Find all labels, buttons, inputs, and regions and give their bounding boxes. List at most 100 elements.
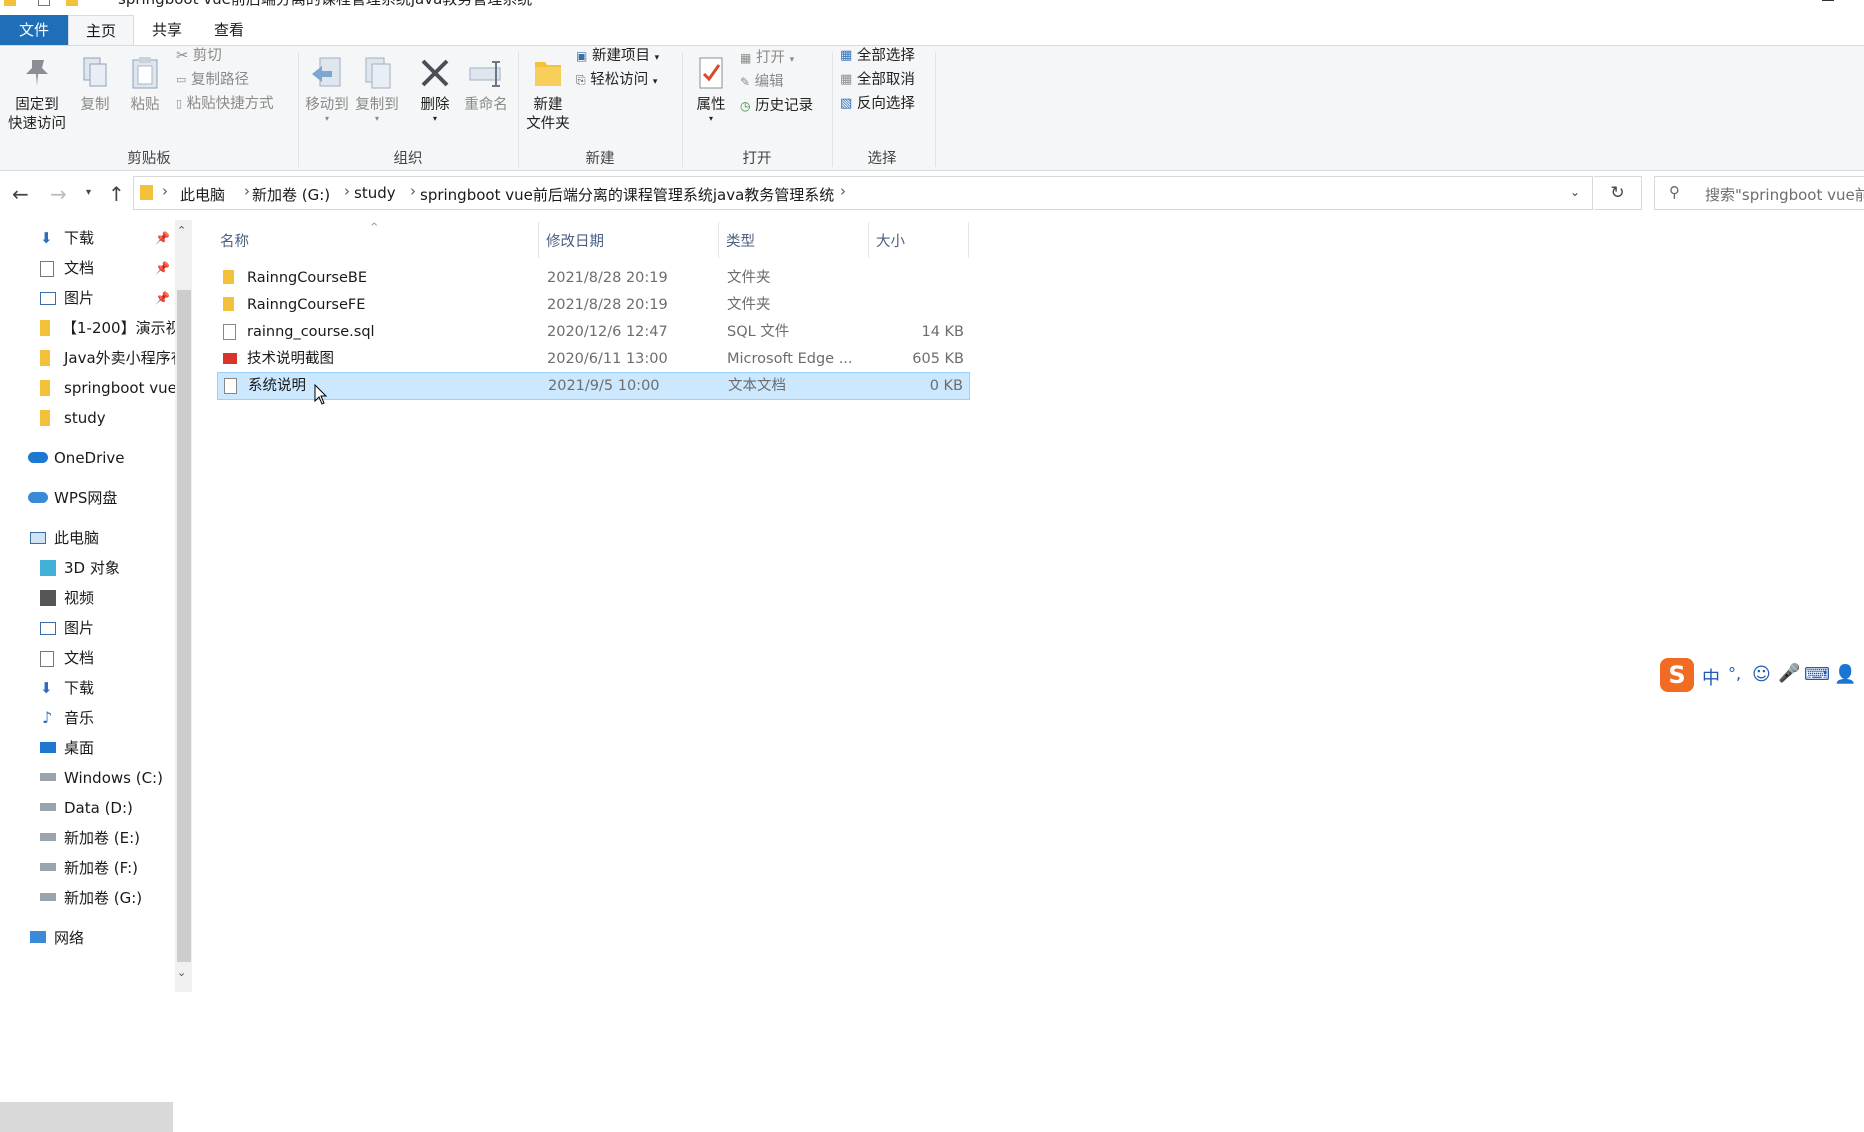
open-button[interactable]: ▦ 打开 ▾ [740, 48, 794, 70]
restore-icon[interactable] [1822, 0, 1834, 1]
file-type: 文件夹 [727, 270, 771, 286]
pin-to-quick-access-button[interactable]: 固定到 快速访问 [6, 56, 68, 134]
copy-path-button[interactable]: ▭ 复制路径 [176, 70, 249, 90]
tab-home[interactable]: 主页 [68, 15, 134, 45]
column-divider[interactable] [538, 222, 539, 258]
nav-item-wps[interactable]: WPS网盘 [28, 484, 175, 512]
ime-chinese-mode-label[interactable]: 中 [1702, 664, 1720, 690]
properties-button[interactable]: 属性 ▾ [688, 56, 734, 123]
microphone-icon[interactable]: 🎤 [1778, 663, 1800, 684]
refresh-button[interactable]: ↻ [1594, 176, 1642, 210]
nav-item-drive-g[interactable]: 新加卷 (G:) [40, 884, 175, 912]
move-to-button[interactable]: 移动到 ▾ [304, 56, 350, 123]
pin-icon[interactable]: 📌 [155, 284, 170, 312]
cut-button[interactable]: ✂ 剪切 [176, 46, 222, 66]
nav-item-downloads[interactable]: ⬇ 下载 📌 [40, 224, 175, 252]
nav-item-this-pc[interactable]: 此电脑 [28, 524, 175, 552]
properties-icon[interactable] [38, 0, 50, 6]
nav-item-drive-d[interactable]: Data (D:) [40, 794, 175, 822]
select-all-button[interactable]: ▦ 全部选择 [840, 46, 915, 66]
breadcrumb-item[interactable]: study [354, 184, 396, 202]
column-header-date[interactable]: 修改日期 [546, 230, 604, 251]
new-item-button[interactable]: ▣ 新建项目 ▾ [576, 46, 659, 68]
forward-arrow-icon[interactable]: → [50, 182, 67, 206]
nav-item-drive-f[interactable]: 新加卷 (F:) [40, 854, 175, 882]
copy-to-icon [365, 57, 391, 89]
user-icon[interactable]: 👤 [1834, 664, 1856, 685]
file-row[interactable]: RainngCourseBE 2021/8/28 20:19 文件夹 [217, 265, 970, 291]
chevron-right-icon[interactable]: › [244, 182, 250, 200]
history-button[interactable]: ◷ 历史记录 [740, 96, 813, 116]
scroll-down-icon[interactable]: ⌄ [177, 966, 186, 979]
nav-item-pictures[interactable]: 图片 [40, 614, 175, 642]
column-header-name[interactable]: 名称 [220, 230, 249, 251]
nav-item-documents[interactable]: 文档 [40, 644, 175, 672]
chevron-right-icon[interactable]: › [344, 182, 350, 200]
scroll-up-icon[interactable]: ⌃ [177, 224, 186, 237]
column-header-type[interactable]: 类型 [726, 230, 755, 251]
new-folder-icon[interactable] [66, 0, 78, 6]
nav-item-folder[interactable]: study [40, 404, 175, 432]
invert-selection-button[interactable]: ▧ 反向选择 [840, 94, 915, 114]
new-folder-button[interactable]: 新建 文件夹 [522, 54, 574, 134]
tab-view[interactable]: 查看 [198, 15, 260, 45]
nav-item-onedrive[interactable]: OneDrive [28, 444, 175, 472]
nav-item-folder[interactable]: Java外卖小程序有 [40, 344, 175, 372]
up-arrow-icon[interactable]: ↑ [108, 182, 125, 206]
scrollbar-thumb[interactable] [177, 290, 191, 962]
tab-share[interactable]: 共享 [136, 15, 198, 45]
search-input[interactable]: ⚲ 搜索"springboot vue前 [1654, 176, 1864, 210]
easy-access-button[interactable]: ⎘ 轻松访问 ▾ [576, 70, 657, 92]
column-divider[interactable] [718, 222, 719, 258]
edit-button[interactable]: ✎ 编辑 [740, 72, 784, 92]
pin-icon[interactable]: 📌 [155, 224, 170, 252]
punctuation-icon[interactable]: °, [1728, 664, 1741, 683]
sogou-ime-logo-icon[interactable]: S [1660, 658, 1694, 692]
address-dropdown-icon[interactable]: ⌄ [1570, 185, 1580, 199]
nav-item-music[interactable]: ♪ 音乐 [40, 704, 175, 732]
rename-button[interactable]: 重命名 [460, 56, 512, 115]
paste-shortcut-icon: ▯ [176, 97, 183, 110]
select-none-button[interactable]: ▦ 全部取消 [840, 70, 915, 90]
recent-locations-icon[interactable]: ▾ [86, 187, 91, 198]
tab-file[interactable]: 文件 [0, 15, 68, 45]
folder-icon [40, 410, 50, 426]
column-header-size[interactable]: 大小 [876, 230, 905, 251]
nav-item-videos[interactable]: 视频 [40, 584, 175, 612]
breadcrumb-item[interactable]: 此电脑 [180, 184, 225, 205]
delete-button[interactable]: 删除 ▾ [414, 56, 456, 123]
file-row[interactable]: 技术说明截图 2020/6/11 13:00 Microsoft Edge ..… [217, 346, 970, 372]
column-divider[interactable] [968, 222, 969, 258]
copy-to-button[interactable]: 复制到 ▾ [354, 56, 400, 123]
nav-item-network[interactable]: 网络 [28, 924, 175, 952]
breadcrumb-item[interactable]: 新加卷 (G:) [252, 184, 330, 205]
breadcrumb-item[interactable]: springboot vue前后端分离的课程管理系统java教务管理系统 [420, 184, 834, 205]
nav-item-drive-e[interactable]: 新加卷 (E:) [40, 824, 175, 852]
keyboard-icon[interactable]: ⌨ [1804, 664, 1830, 685]
chevron-right-icon[interactable]: › [410, 182, 416, 200]
paste-shortcut-button[interactable]: ▯ 粘贴快捷方式 [176, 94, 274, 114]
chevron-right-icon[interactable]: › [162, 182, 168, 200]
pin-icon[interactable]: 📌 [155, 254, 170, 282]
move-to-label: 移动到 [305, 97, 349, 113]
file-row-selected[interactable]: 系统说明 2021/9/5 10:00 文本文档 0 KB [217, 372, 970, 400]
column-divider[interactable] [868, 222, 869, 258]
edit-icon: ✎ [740, 75, 751, 89]
address-bar[interactable]: › 此电脑 › 新加卷 (G:) › study › springboot vu… [133, 176, 1593, 210]
emoji-icon[interactable]: ☺ [1752, 664, 1771, 685]
nav-item-folder[interactable]: springboot vue [40, 374, 175, 402]
nav-item-3d-objects[interactable]: 3D 对象 [40, 554, 175, 582]
nav-item-pictures[interactable]: 图片 📌 [40, 284, 175, 312]
back-arrow-icon[interactable]: ← [12, 182, 29, 206]
nav-item-desktop[interactable]: 桌面 [40, 734, 175, 762]
paste-button[interactable]: 粘贴 [124, 56, 166, 115]
nav-item-downloads[interactable]: ⬇ 下载 [40, 674, 175, 702]
nav-item-folder[interactable]: 【1-200】演示视 [40, 314, 175, 342]
customize-toolbar-icon[interactable]: ▾ [90, 0, 95, 3]
copy-button[interactable]: 复制 [74, 56, 116, 115]
chevron-right-icon[interactable]: › [840, 182, 846, 200]
nav-item-drive-c[interactable]: Windows (C:) [40, 764, 175, 792]
file-row[interactable]: rainng_course.sql 2020/12/6 12:47 SQL 文件… [217, 319, 970, 345]
nav-item-documents[interactable]: 文档 📌 [40, 254, 175, 282]
file-row[interactable]: RainngCourseFE 2021/8/28 20:19 文件夹 [217, 292, 970, 318]
